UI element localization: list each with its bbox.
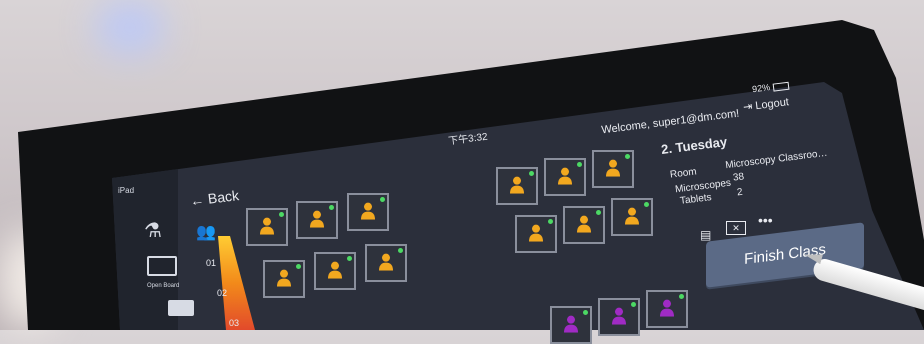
- seat-tile[interactable]: [550, 306, 592, 344]
- online-indicator: [577, 162, 582, 167]
- microscope-icon: ⚗: [144, 220, 162, 242]
- online-indicator: [279, 212, 284, 217]
- student-icon: [508, 176, 526, 199]
- online-indicator: [679, 294, 684, 299]
- device-label: iPad: [118, 186, 135, 195]
- online-indicator: [548, 219, 553, 224]
- online-indicator: [347, 256, 352, 261]
- microscopes-value: 38: [732, 171, 745, 184]
- online-indicator: [529, 171, 534, 176]
- seat-tile[interactable]: [263, 260, 305, 298]
- sidebar-item-label: Open Board: [147, 283, 180, 289]
- student-icon: [562, 315, 580, 338]
- student-icon: [604, 159, 622, 182]
- seat-tile[interactable]: [296, 201, 338, 239]
- screen-icon: [147, 256, 177, 276]
- seat-tile[interactable]: [598, 298, 640, 336]
- seat-tile[interactable]: [365, 244, 407, 282]
- online-indicator: [583, 310, 588, 315]
- seat-tile[interactable]: [592, 150, 634, 188]
- logout-icon: ⇥: [742, 100, 754, 114]
- student-icon: [275, 269, 293, 292]
- seat-tile[interactable]: [611, 198, 653, 236]
- online-indicator: [596, 210, 601, 215]
- online-indicator: [380, 197, 385, 202]
- online-indicator: [631, 302, 636, 307]
- tablets-value: 2: [736, 186, 744, 199]
- online-indicator: [329, 205, 334, 210]
- student-icon: [658, 299, 676, 322]
- seat-tile[interactable]: [563, 206, 605, 244]
- student-icon: [308, 210, 326, 233]
- seat-tile[interactable]: [496, 167, 538, 205]
- sidebar-item-board[interactable]: Open Board: [147, 256, 179, 290]
- student-icon: [610, 307, 628, 330]
- student-icon: [527, 224, 545, 247]
- student-icon: [623, 207, 641, 230]
- students-icon: 👥: [196, 224, 216, 241]
- seat-tile[interactable]: [515, 215, 557, 253]
- student-icon: [326, 261, 344, 284]
- student-icon: [556, 167, 574, 190]
- online-indicator: [625, 154, 630, 159]
- seat-tile[interactable]: [347, 193, 389, 231]
- seat-tile[interactable]: [646, 290, 688, 328]
- more-options-button[interactable]: •••: [758, 212, 773, 228]
- online-indicator: [296, 264, 301, 269]
- student-icon: [258, 217, 276, 240]
- tablet-frame: [18, 20, 924, 330]
- level-tick: 03: [229, 318, 240, 328]
- tablet-device: 下午3:32 92% Welcome, super1@dm.com! ⇥ Log…: [0, 0, 924, 344]
- student-icon: [359, 202, 377, 225]
- sidebar-item-microscope[interactable]: ⚗: [144, 218, 162, 243]
- seat-tile[interactable]: [314, 252, 356, 290]
- student-icon: [575, 215, 593, 238]
- close-icon[interactable]: ✕: [726, 221, 746, 235]
- monitor-icon: [168, 300, 194, 316]
- online-indicator: [644, 202, 649, 207]
- battery-icon: [772, 81, 789, 92]
- back-arrow-icon: ←: [189, 191, 206, 209]
- seat-tile[interactable]: [544, 158, 586, 196]
- note-icon[interactable]: ▤: [700, 228, 711, 242]
- level-tick: 02: [217, 288, 228, 298]
- online-indicator: [398, 248, 403, 253]
- student-icon: [377, 253, 395, 276]
- seat-tile[interactable]: [246, 208, 288, 246]
- sidebar-item-monitor[interactable]: [168, 300, 194, 316]
- level-tick: 01: [206, 258, 217, 268]
